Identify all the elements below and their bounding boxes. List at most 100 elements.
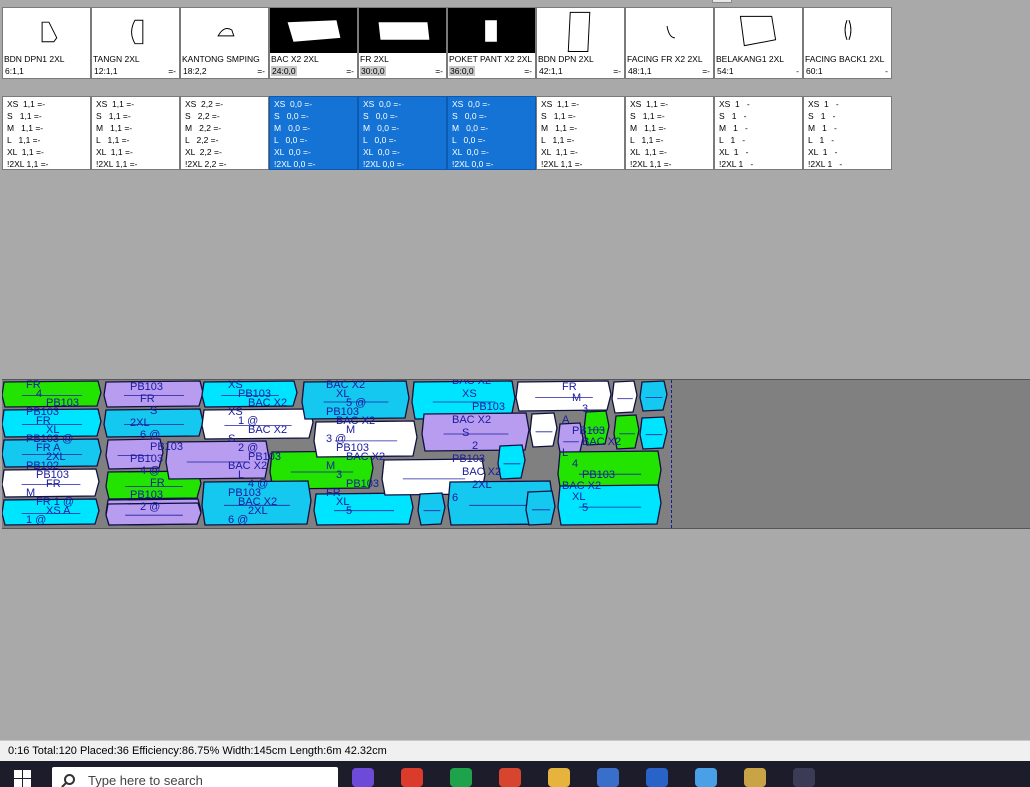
marker-piece-24[interactable] (497, 444, 526, 480)
marker-label: BAC X2 (248, 424, 287, 436)
marker-label: BAC X2 (346, 451, 385, 463)
status-width: Width:145cm (222, 745, 287, 757)
size-quantity-line: L 0,0 =- (452, 135, 486, 145)
marker-label: S (228, 433, 235, 445)
size-quantity-line: XL 0,0 =- (363, 147, 400, 157)
size-quantity-box-7[interactable]: XS 1,1 =- S 1,1 =- M 1,1 =- L 1,1 =- XL 1,1 … (536, 96, 625, 170)
marker-label: S (462, 427, 469, 439)
marker-label: PB103 (472, 401, 505, 413)
taskbar-search[interactable]: Type here to search (52, 767, 338, 787)
marker-label: 6 @ (228, 514, 248, 526)
marker-label: BAC X2 (248, 397, 287, 409)
piece-thumbnail (181, 8, 268, 53)
size-quantity-box-2[interactable]: XS 1,1 =- S 1,1 =- M 1,1 =- L 1,1 =- XL 1,1 … (91, 96, 180, 170)
piece-mark: =- (168, 66, 176, 76)
gear-app-icon[interactable] (793, 768, 815, 787)
piece-stat: 36:0,0 (449, 66, 475, 76)
size-quantity-line: L 0,0 =- (274, 135, 308, 145)
size-quantity-box-4[interactable]: XS 0,0 =- S 0,0 =- M 0,0 =- L 0,0 =- XL 0,0 … (269, 96, 358, 170)
marker-piece-31[interactable] (611, 380, 638, 414)
marker-label: PB103 (346, 478, 379, 490)
size-quantity-line: S 1 - (719, 111, 747, 121)
marker-canvas[interactable]: FR4PB103PB103FRXLPB103 @FR A2XLPB102PB10… (1, 375, 1030, 528)
size-quantity-line: XL 1,1 =- (630, 147, 667, 157)
size-quantity-line: M 0,0 =- (274, 123, 311, 133)
marker-label: 1 @ (26, 514, 46, 526)
size-quantity-line: !2XL 0,0 =- (363, 159, 405, 169)
piece-panel-7[interactable]: BDN DPN 2XL 42:1,1 =- (536, 7, 625, 79)
font-app-icon[interactable] (646, 768, 668, 787)
piece-panel-4[interactable]: BAC X2 2XL 24:0,0 =- (269, 7, 358, 79)
piece-mark: - (796, 66, 799, 76)
piece-mark: =- (257, 66, 265, 76)
piece-name: BAC X2 2XL (271, 54, 319, 64)
status-efficiency: Efficiency:86.75% (132, 745, 220, 757)
piece-thumbnail (448, 8, 535, 53)
size-quantity-line: S 1,1 =- (541, 111, 576, 121)
marker-label: L (562, 447, 568, 459)
marker-bottom-border (2, 528, 1030, 529)
status-total: Total:120 (32, 745, 77, 757)
size-quantity-line: !2XL 1,1 =- (96, 159, 138, 169)
marker-label: 6 @ (140, 429, 160, 441)
chrome-icon[interactable] (401, 768, 423, 787)
piece-panel-6[interactable]: POKET PANT X2 2XL 36:0,0 =- (447, 7, 536, 79)
size-quantity-line: !2XL 1,1 =- (541, 159, 583, 169)
size-quantity-line: L 1 - (719, 135, 746, 145)
piece-panel-5[interactable]: FR 2XL 30:0,0 =- (358, 7, 447, 79)
marker-label: 2 (472, 440, 478, 452)
scroll-nub[interactable] (712, 0, 732, 3)
size-quantity-line: S 0,0 =- (363, 111, 398, 121)
size-quantity-box-5[interactable]: XS 0,0 =- S 0,0 =- M 0,0 =- L 0,0 =- XL 0,0 … (358, 96, 447, 170)
piece-mark: - (885, 66, 888, 76)
size-quantity-box-6[interactable]: XS 0,0 =- S 0,0 =- M 0,0 =- L 0,0 =- XL 0,0 … (447, 96, 536, 170)
paint-app-icon[interactable] (695, 768, 717, 787)
marker-label: 2XL (248, 505, 268, 517)
marker-end-line (671, 380, 672, 528)
marker-label: 5 (346, 505, 352, 517)
size-quantity-line: XS 1,1 =- (7, 99, 46, 109)
size-quantity-line: S 0,0 =- (452, 111, 487, 121)
piece-name: FACING BACK1 2XL (805, 54, 885, 64)
size-quantity-line: !2XL 1 - (808, 159, 843, 169)
windows-start-icon[interactable] (14, 770, 31, 787)
copilot-icon[interactable] (352, 768, 374, 787)
marker-label: 2XL (130, 417, 150, 429)
calculator-icon[interactable] (597, 768, 619, 787)
size-quantity-box-8[interactable]: XS 1,1 =- S 1,1 =- M 1,1 =- L 1,1 =- XL 1,1 … (625, 96, 714, 170)
size-quantity-line: !2XL 0,0 =- (274, 159, 316, 169)
marker-area[interactable]: FR 4 PB103 PB103 FR XL PB103 @ FR A 2XL PB102 PB10… (1, 375, 1030, 529)
edge-icon[interactable] (450, 768, 472, 787)
marker-piece-22[interactable] (417, 492, 446, 526)
bug-app-icon[interactable] (744, 768, 766, 787)
size-quantity-box-10[interactable]: XS 1 - S 1 - M 1 - L 1 - XL 1 - !2XL 1 - (803, 96, 892, 170)
marker-label: PB103 (130, 489, 163, 501)
piece-thumbnail (3, 8, 90, 53)
piece-stat: 42:1,1 (539, 66, 563, 76)
piece-panel-8[interactable]: FACING FR X2 2XL 48:1,1 =- (625, 7, 714, 79)
marker-piece-33[interactable] (639, 380, 668, 412)
marker-label: 4 @ (140, 465, 160, 477)
size-quantity-box-9[interactable]: XS 1 - S 1 - M 1 - L 1 - XL 1 - !2XL 1 - (714, 96, 803, 170)
size-quantity-line: M 1 - (808, 123, 837, 133)
piece-name: KANTONG SMPING (182, 54, 260, 64)
marker-label: FR (46, 478, 61, 490)
size-quantity-box-1[interactable]: XS 1,1 =- S 1,1 =- M 1,1 =- L 1,1 =- XL 1,1 … (2, 96, 91, 170)
marker-piece-34[interactable] (639, 416, 668, 450)
size-quantity-box-3[interactable]: XS 2,2 =- S 2,2 =- M 2,2 =- L 2,2 =- XL 2,2 … (180, 96, 269, 170)
piece-panel-10[interactable]: FACING BACK1 2XL 60:1 - (803, 7, 892, 79)
marker-piece-26[interactable] (529, 412, 558, 448)
taskbar-search-placeholder: Type here to search (88, 773, 203, 787)
size-quantity-line: XS 0,0 =- (452, 99, 491, 109)
file-explorer-icon[interactable] (548, 768, 570, 787)
marker-label: XS A (46, 505, 71, 517)
piece-name: TANGN 2XL (93, 54, 140, 64)
size-quantity-line: XS 1 - (808, 99, 839, 109)
piece-panel-2[interactable]: TANGN 2XL 12:1,1 =- (91, 7, 180, 79)
piece-panel-1[interactable]: BDN DPN1 2XL 6:1,1 (2, 7, 91, 79)
app-icon-fish[interactable] (499, 768, 521, 787)
piece-panel-3[interactable]: KANTONG SMPING 18:2,2 =- (180, 7, 269, 79)
size-quantity-line: XS 1,1 =- (541, 99, 580, 109)
piece-panel-9[interactable]: BELAKANG1 2XL 54:1 - (714, 7, 803, 79)
marker-piece-36[interactable] (525, 490, 556, 526)
